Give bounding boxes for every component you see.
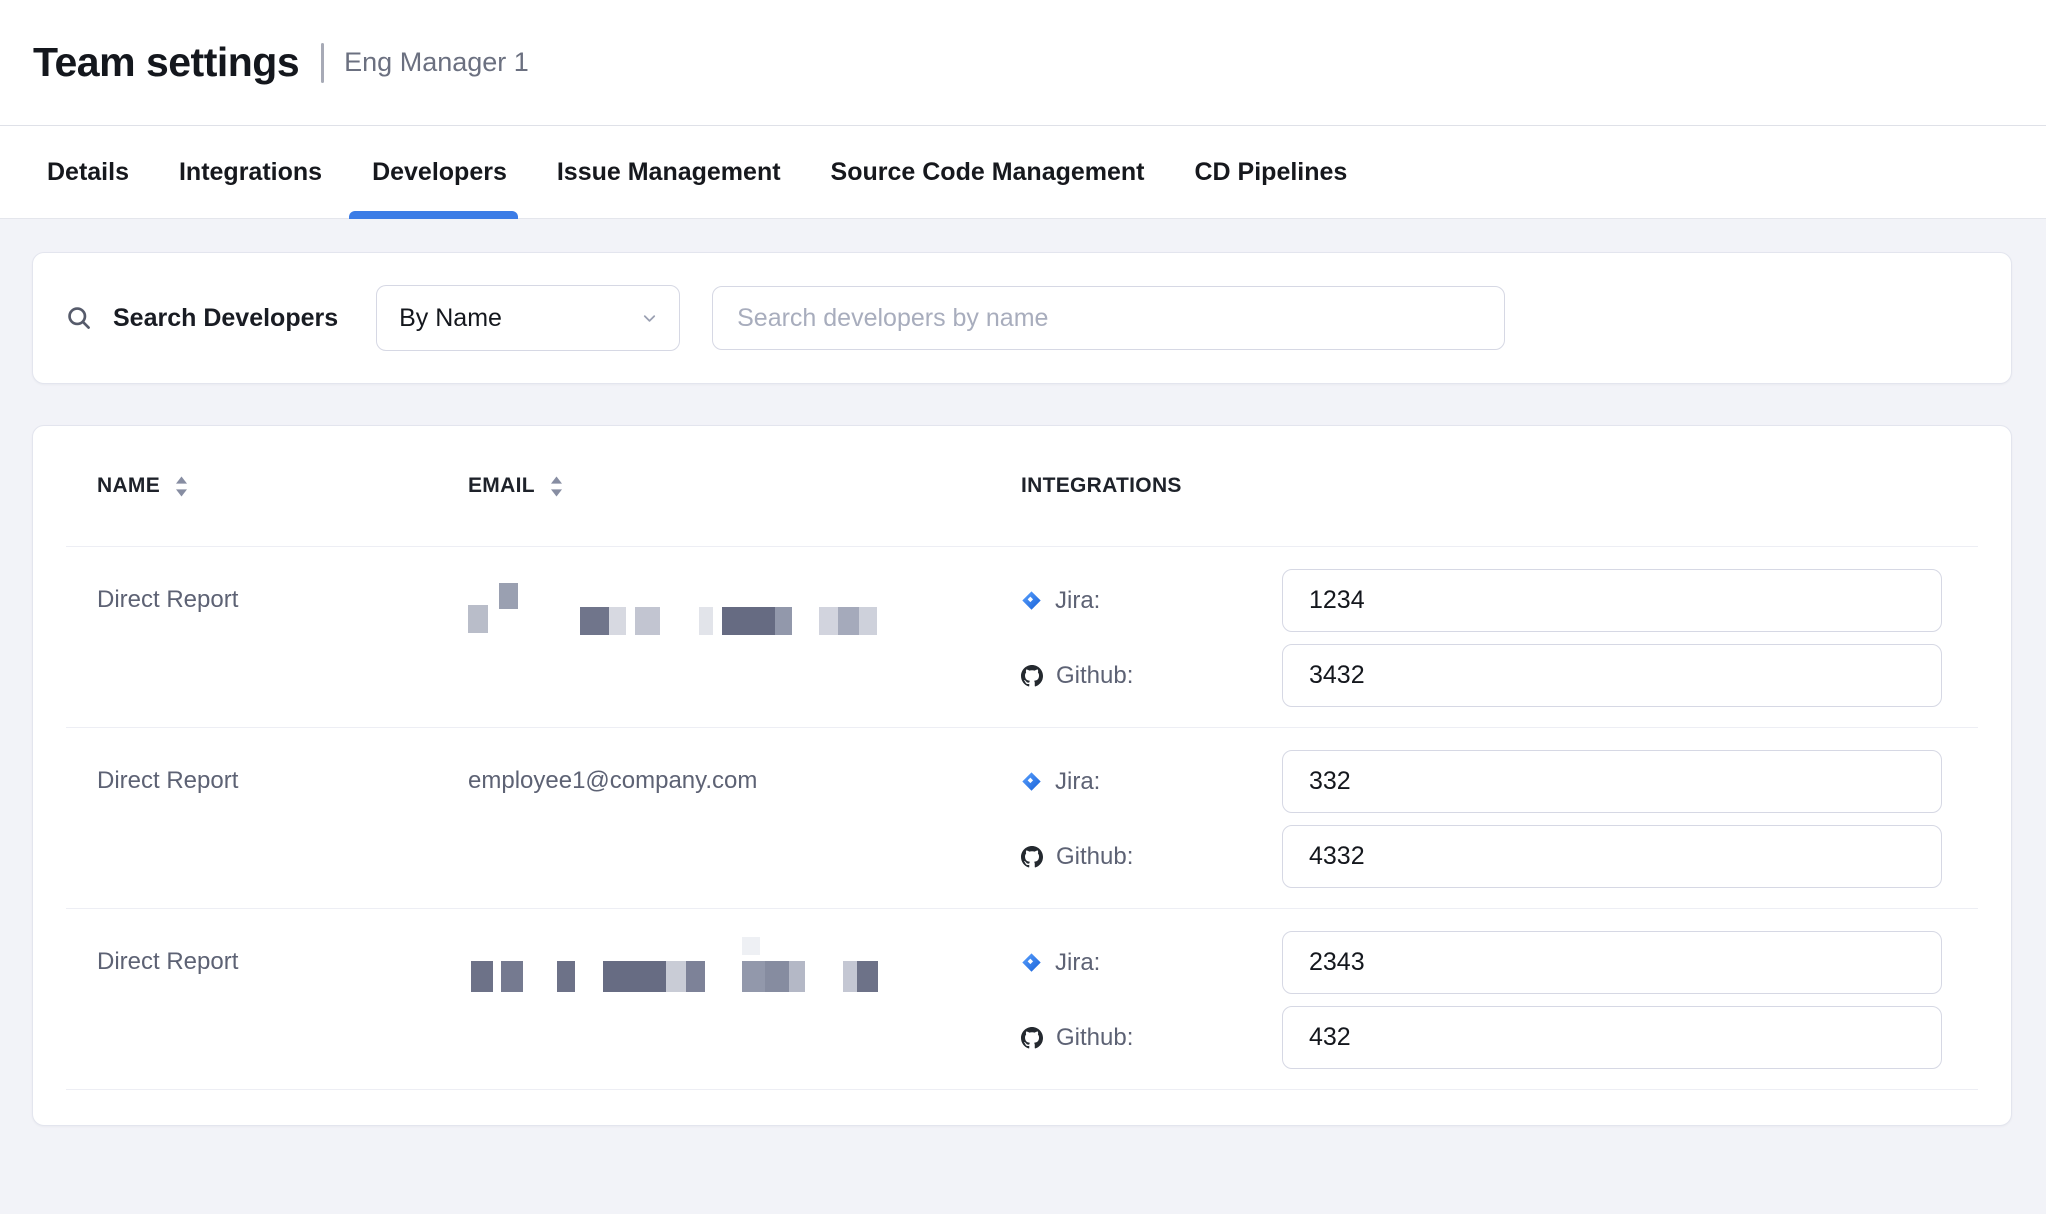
developer-name: Direct Report bbox=[66, 931, 437, 1069]
github-icon bbox=[1021, 665, 1043, 687]
jira-id-input[interactable] bbox=[1282, 750, 1942, 813]
jira-field-row: Jira: bbox=[1021, 569, 1942, 632]
integrations-cell: Jira: Github: bbox=[990, 931, 1978, 1069]
table-row: Direct Report Jira: bbox=[66, 909, 1978, 1090]
github-field-row: Github: bbox=[1021, 644, 1942, 707]
jira-label: Jira: bbox=[1021, 768, 1282, 796]
title-separator bbox=[321, 43, 324, 83]
developer-email: employee1@company.com bbox=[437, 750, 990, 888]
column-header-integrations: INTEGRATIONS bbox=[990, 474, 1978, 498]
github-label: Github: bbox=[1021, 662, 1282, 690]
github-icon bbox=[1021, 1027, 1043, 1049]
github-id-input[interactable] bbox=[1282, 1006, 1942, 1069]
developer-name: Direct Report bbox=[66, 569, 437, 707]
redacted-email bbox=[468, 947, 888, 1003]
chevron-down-icon bbox=[640, 309, 659, 328]
column-header-name-label: NAME bbox=[97, 474, 160, 498]
jira-id-input[interactable] bbox=[1282, 931, 1942, 994]
sort-icon[interactable] bbox=[550, 475, 563, 498]
column-header-email-label: EMAIL bbox=[468, 474, 535, 498]
github-label: Github: bbox=[1021, 1024, 1282, 1052]
page-header: Team settings Eng Manager 1 bbox=[0, 0, 2046, 126]
tab-issue-management[interactable]: Issue Management bbox=[532, 126, 806, 218]
search-icon bbox=[65, 304, 93, 332]
jira-label: Jira: bbox=[1021, 949, 1282, 977]
search-panel: Search Developers By Name bbox=[32, 252, 2012, 384]
jira-field-row: Jira: bbox=[1021, 931, 1942, 994]
tab-details[interactable]: Details bbox=[22, 126, 154, 218]
sort-icon[interactable] bbox=[175, 475, 188, 498]
developer-email bbox=[437, 569, 990, 707]
tab-bar: Details Integrations Developers Issue Ma… bbox=[0, 126, 2046, 219]
redacted-email bbox=[468, 585, 888, 641]
main-content: Search Developers By Name NAME bbox=[0, 219, 2046, 1126]
jira-id-input[interactable] bbox=[1282, 569, 1942, 632]
search-label: Search Developers bbox=[113, 304, 338, 333]
filter-select[interactable]: By Name bbox=[376, 285, 680, 351]
tab-cd-pipelines[interactable]: CD Pipelines bbox=[1170, 126, 1373, 218]
github-icon bbox=[1021, 846, 1043, 868]
tab-integrations[interactable]: Integrations bbox=[154, 126, 347, 218]
jira-icon bbox=[1021, 771, 1042, 792]
tab-developers[interactable]: Developers bbox=[347, 126, 532, 218]
github-field-row: Github: bbox=[1021, 1006, 1942, 1069]
table-row: Direct Report Jira: bbox=[66, 547, 1978, 728]
column-header-email: EMAIL bbox=[437, 474, 990, 498]
jira-icon bbox=[1021, 590, 1042, 611]
search-input[interactable] bbox=[712, 286, 1505, 350]
tab-source-code-management[interactable]: Source Code Management bbox=[806, 126, 1170, 218]
filter-select-value: By Name bbox=[399, 304, 502, 333]
page-title: Team settings bbox=[33, 39, 299, 86]
developer-name: Direct Report bbox=[66, 750, 437, 888]
github-id-input[interactable] bbox=[1282, 644, 1942, 707]
team-name: Eng Manager 1 bbox=[344, 47, 529, 78]
table-row: Direct Report employee1@company.com Jira… bbox=[66, 728, 1978, 909]
developer-email bbox=[437, 931, 990, 1069]
github-id-input[interactable] bbox=[1282, 825, 1942, 888]
integrations-cell: Jira: Github: bbox=[990, 569, 1978, 707]
jira-field-row: Jira: bbox=[1021, 750, 1942, 813]
jira-icon bbox=[1021, 952, 1042, 973]
table-header-row: NAME EMAIL INTEGRATIONS bbox=[66, 426, 1978, 547]
developers-table: NAME EMAIL INTEGRATIONS bbox=[32, 425, 2012, 1126]
column-header-integrations-label: INTEGRATIONS bbox=[1021, 474, 1182, 498]
integrations-cell: Jira: Github: bbox=[990, 750, 1978, 888]
column-header-name: NAME bbox=[66, 474, 437, 498]
jira-label: Jira: bbox=[1021, 587, 1282, 615]
github-field-row: Github: bbox=[1021, 825, 1942, 888]
github-label: Github: bbox=[1021, 843, 1282, 871]
